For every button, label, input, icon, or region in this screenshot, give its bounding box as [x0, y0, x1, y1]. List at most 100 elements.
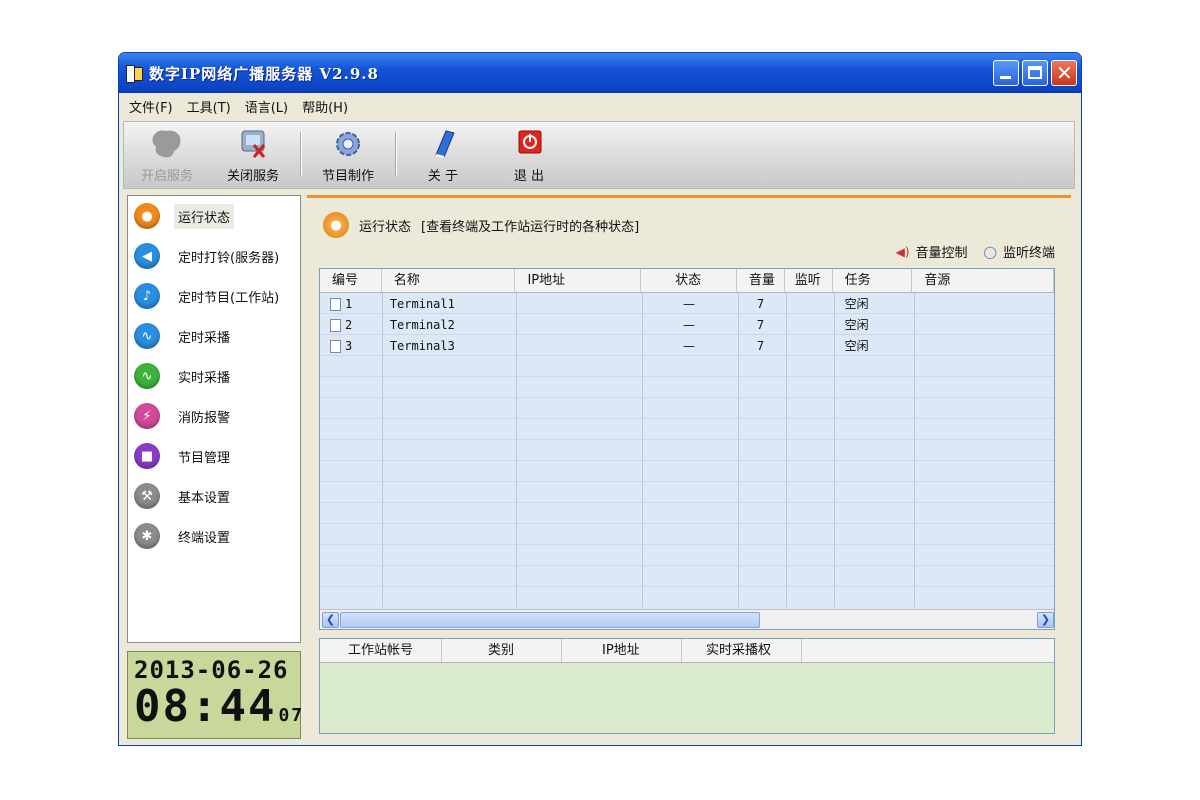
column-divider [738, 293, 739, 607]
sidebar-item-timed-program[interactable]: ♪ 定时节目(工作站) [128, 276, 300, 316]
sidebar-item-realtime-capture[interactable]: ∿ 实时采播 [128, 356, 300, 396]
column-header-task[interactable]: 任务 [833, 269, 913, 292]
terminal-table-header: 编号 名称 IP地址 状态 音量 监听 任务 音源 [320, 269, 1054, 293]
column-header-category[interactable]: 类别 [442, 639, 562, 662]
power-icon [510, 127, 548, 161]
panel-description: [查看终端及工作站运行时的各种状态] [421, 219, 640, 235]
cell-volume: 7 [756, 296, 765, 311]
menu-bar: 文件(F) 工具(T) 语言(L) 帮助(H) [119, 93, 1081, 119]
terminal-icon [330, 339, 341, 353]
sidebar-item-timed-capture[interactable]: ∿ 定时采播 [128, 316, 300, 356]
waveform-icon: ∿ [134, 323, 160, 349]
chevron-right-icon[interactable]: ❯ [1037, 612, 1054, 628]
start-service-button[interactable]: 开启服务 [124, 122, 210, 184]
sidebar-item-label: 运行状态 [174, 203, 235, 229]
clock-time: 08:44 [134, 681, 277, 732]
cell-volume: 7 [756, 338, 765, 353]
volume-control-button[interactable]: ◀) 音量控制 [895, 242, 968, 262]
table-row[interactable]: 1 Terminal1 — 7 空闲 [320, 293, 1054, 314]
scrollbar-thumb[interactable] [340, 612, 760, 628]
menu-file[interactable]: 文件(F) [129, 97, 173, 116]
sidebar-item-basic-settings[interactable]: ⚒ 基本设置 [128, 476, 300, 516]
close-button[interactable]: ✕ [1051, 60, 1077, 86]
chevron-left-icon[interactable]: ❮ [322, 612, 339, 628]
sidebar-item-program-management[interactable]: ■ 节目管理 [128, 436, 300, 476]
column-header-status[interactable]: 状态 [641, 269, 737, 292]
sidebar-item-terminal-settings[interactable]: ✱ 终端设置 [128, 516, 300, 556]
server-stop-icon [234, 127, 272, 161]
sidebar-item-fire-alarm[interactable]: ⚡ 消防报警 [128, 396, 300, 436]
toolbar-separator [300, 132, 301, 176]
speaker-icon: ◀) [895, 244, 910, 259]
window-title: 数字IP网络广播服务器 V2.9.8 [149, 64, 379, 83]
table-row[interactable]: 3 Terminal3 — 7 空闲 [320, 335, 1054, 356]
column-header-id[interactable]: 编号 [320, 269, 382, 292]
app-window: 数字IP网络广播服务器 V2.9.8 ✕ 文件(F) 工具(T) 语言(L) 帮… [118, 52, 1082, 746]
menu-tools[interactable]: 工具(T) [187, 97, 231, 116]
sidebar-item-label: 基本设置 [178, 490, 231, 506]
column-divider [834, 293, 835, 607]
program-making-button[interactable]: 节目制作 [305, 122, 391, 184]
cell-task: 空闲 [844, 318, 869, 332]
speaker-icon: ◀ [134, 243, 160, 269]
column-divider [382, 293, 383, 607]
cell-id: 1 [320, 297, 382, 311]
lightning-icon: ⚡ [134, 403, 160, 429]
folder-icon: ■ [134, 443, 160, 469]
stop-service-label: 关闭服务 [226, 169, 279, 184]
cell-status: — [683, 296, 696, 311]
column-header-volume[interactable]: 音量 [737, 269, 785, 292]
book-icon [424, 127, 462, 161]
chat-bubble-icon: ◯ [983, 244, 997, 259]
sidebar-item-label: 终端设置 [178, 530, 231, 546]
sidebar-item-label: 定时采播 [178, 330, 231, 346]
sidebar-item-timed-bell[interactable]: ◀ 定时打铃(服务器) [128, 236, 300, 276]
clock-time-row: 08:44 07 [134, 681, 302, 739]
main-panel: ● 运行状态 [查看终端及工作站运行时的各种状态] ◀) 音量控制 ◯ 监听终端… [307, 195, 1071, 739]
clock-seconds: 07 [278, 705, 305, 726]
column-header-monitor[interactable]: 监听 [785, 269, 833, 292]
cell-id-text: 2 [345, 317, 353, 332]
cell-id: 3 [320, 339, 382, 353]
user-icon: ● [134, 203, 160, 229]
monitor-terminal-button[interactable]: ◯ 监听终端 [983, 242, 1055, 262]
column-header-realtime-right[interactable]: 实时采播权 [682, 639, 802, 662]
column-header-account[interactable]: 工作站帐号 [320, 639, 442, 662]
maximize-button[interactable] [1022, 60, 1048, 86]
cell-id-text: 3 [345, 338, 353, 353]
column-header-ip[interactable]: IP地址 [515, 269, 642, 292]
menu-language[interactable]: 语言(L) [245, 97, 288, 116]
cell-task: 空闲 [844, 297, 869, 311]
title-bar[interactable]: 数字IP网络广播服务器 V2.9.8 ✕ [119, 53, 1081, 93]
cell-status: — [683, 317, 696, 332]
clock-date: 2013-06-26 [134, 656, 289, 684]
toolbar-separator [395, 132, 396, 176]
column-divider [914, 293, 915, 607]
exit-button[interactable]: 退 出 [486, 122, 572, 184]
panel-actions: ◀) 音量控制 ◯ 监听终端 [895, 242, 1055, 262]
column-header-name[interactable]: 名称 [382, 269, 516, 292]
panel-header: ● 运行状态 [查看终端及工作站运行时的各种状态] [323, 212, 639, 238]
terminal-table: 编号 名称 IP地址 状态 音量 监听 任务 音源 1 Terminal1 — … [319, 268, 1055, 630]
column-header-source[interactable]: 音源 [912, 269, 1054, 292]
column-header-ip[interactable]: IP地址 [562, 639, 682, 662]
panel-title: 运行状态 [359, 219, 412, 235]
minimize-button[interactable] [993, 60, 1019, 86]
table-row[interactable]: 2 Terminal2 — 7 空闲 [320, 314, 1054, 335]
wrench-icon: ⚒ [134, 483, 160, 509]
close-icon: ✕ [1056, 61, 1073, 85]
server-icon [148, 127, 186, 161]
stop-service-button[interactable]: 关闭服务 [210, 122, 296, 184]
cell-id: 2 [320, 318, 382, 332]
terminal-table-body: 1 Terminal1 — 7 空闲 2 Terminal2 — 7 空闲 3 … [320, 293, 1054, 607]
horizontal-scrollbar[interactable]: ❮ ❯ [320, 609, 1054, 629]
about-button[interactable]: 关 于 [400, 122, 486, 184]
about-label: 关 于 [427, 169, 459, 184]
workstation-table: 工作站帐号 类别 IP地址 实时采播权 [319, 638, 1055, 734]
sidebar-item-run-status[interactable]: ● 运行状态 [128, 196, 300, 236]
cell-volume: 7 [756, 317, 765, 332]
menu-help[interactable]: 帮助(H) [302, 97, 348, 116]
minimize-icon [1000, 76, 1011, 79]
exit-label: 退 出 [513, 169, 545, 184]
terminal-icon [330, 318, 341, 332]
